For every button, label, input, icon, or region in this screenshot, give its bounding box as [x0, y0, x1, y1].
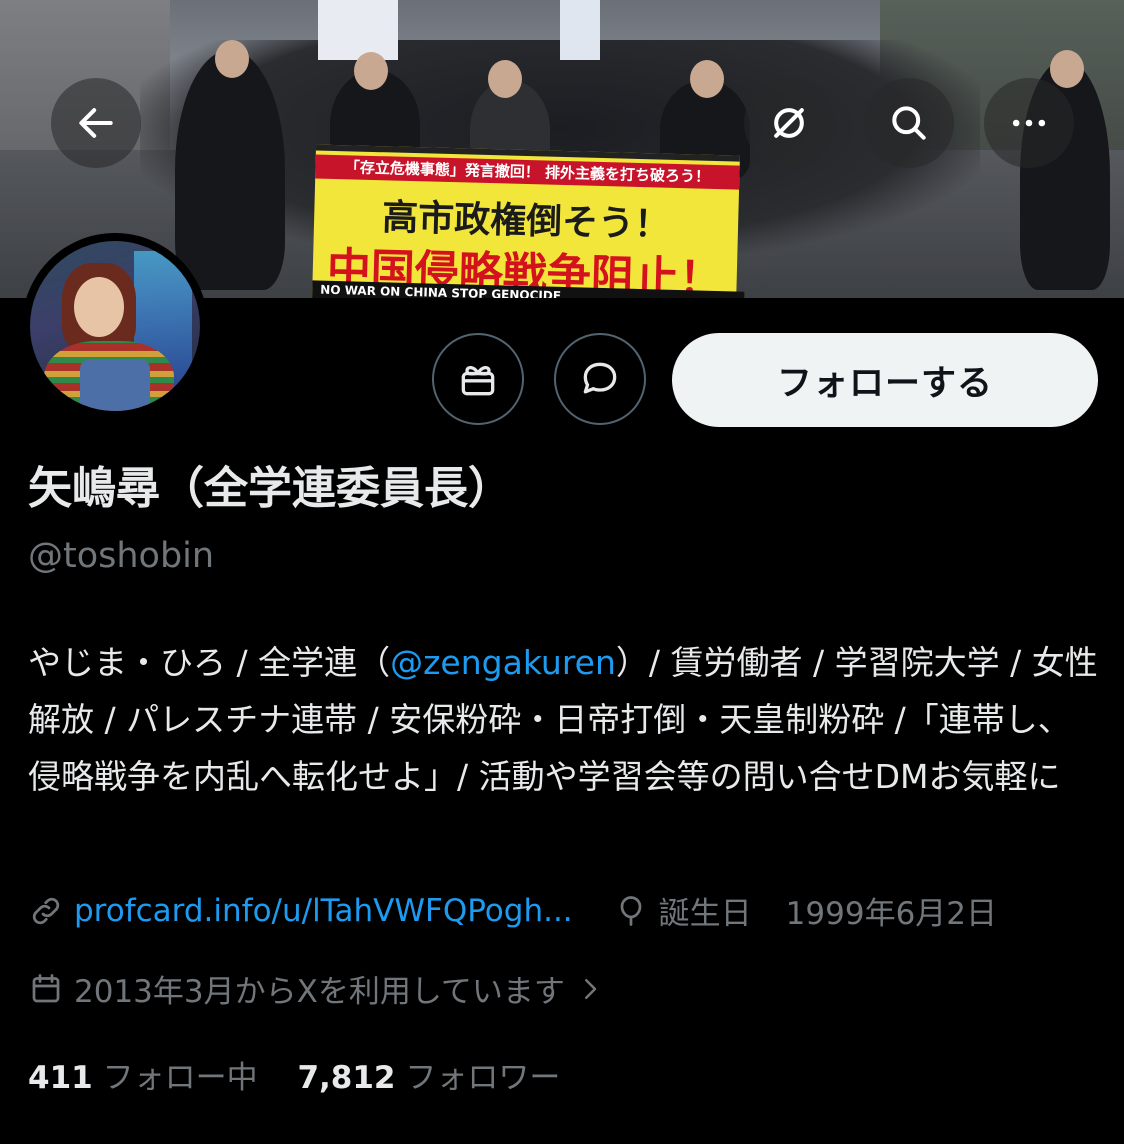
display-name: 矢嶋尋（全学連委員長） [28, 463, 512, 514]
joined-date: 2013年3月からXを利用しています [74, 974, 565, 1010]
bio-mention-link[interactable]: @zengakuren [390, 643, 616, 682]
more-button[interactable] [984, 78, 1074, 168]
banner-face [215, 40, 249, 78]
following-count: 411 [28, 1060, 93, 1096]
calendar-icon [32, 973, 60, 1002]
chevron-right-icon [584, 978, 597, 999]
birthday-value: 1999年6月2日 [785, 896, 998, 932]
sign-top-text: 「存立危機事態」発言撤回！ 排外主義を打ち破ろう！ [315, 154, 740, 190]
avatar-image [30, 241, 200, 411]
following-link[interactable]: 411 フォロー中 [28, 1060, 258, 1096]
user-handle: @toshobin [28, 536, 215, 576]
slash-circle-icon [774, 108, 804, 138]
grok-button[interactable] [744, 78, 834, 168]
follow-stats: 411 フォロー中 7,812 フォロワー [28, 1052, 560, 1097]
bio-text: やじま・ひろ / 全学連（ [28, 643, 391, 682]
followers-count: 7,812 [297, 1060, 396, 1096]
message-button[interactable] [554, 333, 646, 425]
message-icon [583, 362, 617, 394]
banner-flag [318, 0, 398, 60]
banner-face [488, 60, 522, 98]
gift-button[interactable] [432, 333, 524, 425]
arrow-left-icon [79, 108, 113, 138]
search-button[interactable] [864, 78, 954, 168]
follow-button[interactable]: フォローする [672, 333, 1098, 427]
balloon-icon [620, 895, 642, 926]
profile-bio: やじま・ひろ / 全学連（@zengakuren）/ 賃労働者 / 学習院大学 … [28, 634, 1098, 805]
followers-link[interactable]: 7,812 フォロワー [297, 1060, 560, 1096]
banner-face [1050, 50, 1084, 88]
more-horizontal-icon [1012, 119, 1046, 127]
profile-website-link[interactable]: profcard.info/u/lTahVWFQPogh... [74, 893, 573, 929]
banner-face [354, 52, 388, 90]
joined-row[interactable]: 2013年3月からXを利用しています [28, 966, 615, 1011]
search-icon [892, 106, 926, 140]
gift-icon [461, 366, 495, 396]
following-label: フォロー中 [102, 1060, 258, 1096]
avatar[interactable] [22, 233, 208, 419]
back-button[interactable] [51, 78, 141, 168]
banner-face [690, 60, 724, 98]
followers-label: フォロワー [405, 1060, 561, 1096]
banner-flag [560, 0, 600, 60]
link-icon [32, 897, 60, 924]
birthday-label: 誕生日 [658, 896, 752, 932]
profile-meta-row: profcard.info/u/lTahVWFQPogh... 誕生日 1999… [28, 888, 997, 933]
banner-sign: 「存立危機事態」発言撤回！ 排外主義を打ち破ろう！ 高市政権倒そう！ 中国侵略戦… [312, 144, 745, 298]
